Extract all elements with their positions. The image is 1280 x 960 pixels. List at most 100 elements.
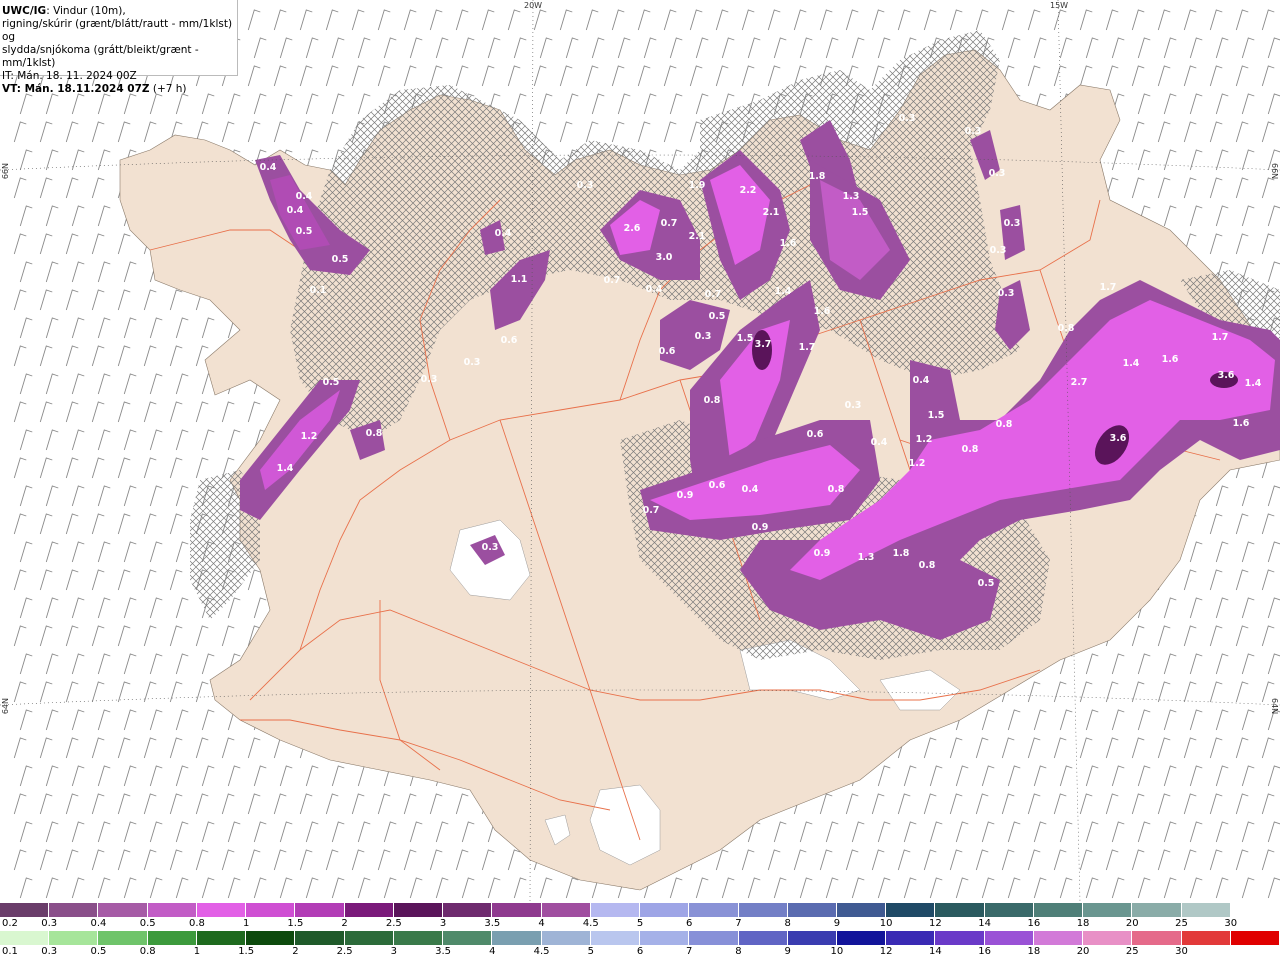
colorbar-swatch	[1033, 931, 1084, 945]
precip-value-label: 0.4	[742, 484, 759, 495]
precip-value-label: 0.3	[464, 357, 481, 368]
colorbar-swatch	[984, 931, 1034, 945]
precip-value-label: 1.9	[689, 180, 706, 191]
colorbar-tick-label: 8	[784, 918, 791, 929]
colorbar-swatch	[393, 903, 444, 917]
colorbar-swatch	[246, 931, 296, 945]
precip-value-label: 0.3	[989, 168, 1006, 179]
precip-value-label: 0.7	[705, 289, 722, 300]
colorbar-tick-label: 3	[390, 946, 398, 957]
colorbar-tick-label: 4	[489, 946, 496, 957]
precip-value-label: 0.4	[913, 375, 930, 386]
precip-value-label: 0.5	[296, 226, 313, 237]
precip-value-label: 0.8	[704, 395, 721, 406]
colorbar-swatch	[49, 931, 99, 945]
precip-value-label: 0.7	[661, 218, 678, 229]
colorbar-tick-label: 30	[1175, 946, 1188, 957]
precip-value-label: 0.6	[807, 429, 824, 440]
precip-value-label: 0.7	[604, 275, 621, 286]
colorbar-swatch	[886, 931, 936, 945]
colorbar-tick-label: 2	[341, 918, 348, 929]
colorbar-tick-label: 1.5	[287, 918, 304, 929]
precip-value-label: 1.8	[809, 171, 826, 182]
colorbar-tick-label: 30	[1224, 918, 1238, 929]
colorbar-swatch	[984, 903, 1034, 917]
precip-value-label: 1.3	[858, 552, 875, 563]
colorbar-tick-label: 5	[587, 946, 594, 957]
precip-value-label: 1.6	[780, 238, 797, 249]
colorbar-tick-label: 14	[978, 918, 991, 929]
colorbar-swatch	[147, 903, 197, 917]
precip-value-label: 1.1	[511, 274, 528, 285]
colorbar-swatch	[492, 903, 542, 917]
colorbar-swatch	[590, 931, 641, 945]
colorbar-tick-label: 4.5	[533, 946, 550, 957]
colorbar-tick-label: 16	[1027, 918, 1041, 929]
colorbar-swatch	[738, 931, 788, 945]
colorbar-tick-label: 25	[1125, 946, 1139, 957]
colorbar-tick-label: 2	[292, 946, 299, 957]
colorbar-tick-label: 3.5	[435, 946, 452, 957]
colorbar-swatch	[640, 931, 690, 945]
lon-label-15w: 15W	[1050, 1, 1069, 10]
colorbar-swatch	[640, 903, 690, 917]
colorbar-tick-label: 18	[1027, 946, 1041, 957]
lat-label-66n-left: 66N	[1, 163, 10, 180]
precip-value-label: 0.1	[310, 285, 327, 296]
colorbar-swatch	[49, 903, 99, 917]
colorbar-tick-label: 8	[735, 946, 742, 957]
precip-value-label: 0.3	[421, 374, 438, 385]
colorbar-swatch	[0, 903, 50, 917]
precip-value-label: 1.6	[814, 306, 831, 317]
precip-value-label: 0.4	[646, 284, 663, 295]
precip-value-label: 0.9	[814, 548, 831, 559]
precip-value-label: 0.8	[919, 560, 936, 571]
colorbar-swatch	[344, 903, 394, 917]
colorbar-rain-labels: 0.1 0.3 0.5 0.8 1 1.5 2 2.5 3 3.5 4 4.5 5 6 7 8 9 10 12 14 1…	[0, 946, 1280, 958]
colorbar-swatch	[492, 931, 542, 945]
precip-value-label: 0.5	[709, 311, 726, 322]
colorbar-swatch	[393, 931, 444, 945]
colorbar-tick-label: 7	[686, 946, 693, 957]
precip-value-label: 2.2	[740, 185, 757, 196]
colorbar-tick-label: 1.5	[238, 946, 255, 957]
precip-value-label: 1.5	[928, 410, 945, 421]
precip-value-label: 1.2	[916, 434, 933, 445]
precip-value-label: 0.6	[501, 335, 518, 346]
colorbar-snow-labels: 0.2 0.3 0.4 0.5 0.8 1 1.5 2 2.5 3 3.5 4 4.5 5 6 7 8 9 10 12…	[0, 918, 1280, 930]
colorbar-tick-label: 4.5	[582, 918, 599, 929]
precip-value-label: 0.4	[495, 228, 512, 239]
precip-value-label: 0.6	[709, 480, 726, 491]
colorbar-tick-label: 12	[929, 918, 942, 929]
colorbar-tick-label: 9	[784, 946, 791, 957]
colorbar-tick-label: 16	[978, 946, 991, 957]
colorbar-tick-label: 14	[929, 946, 942, 957]
precip-value-label: 0.3	[845, 400, 862, 411]
colorbar-swatch	[1083, 903, 1133, 917]
colorbar-swatch	[1181, 931, 1231, 945]
colorbar-swatch	[196, 931, 247, 945]
precip-value-label: 0.4	[260, 162, 277, 173]
colorbar-tick-label: 20	[1125, 918, 1139, 929]
title-line-4: IT: Mán. 18. 11. 2024 00Z	[2, 70, 137, 82]
precip-value-label: 0.8	[962, 444, 979, 455]
colorbar-swatch	[836, 903, 887, 917]
colorbar-tick-label: 0.4	[90, 918, 107, 929]
colorbar-tick-label: 2.5	[385, 918, 402, 929]
colorbar-tick-label: 12	[879, 946, 893, 957]
colorbar-swatch	[541, 931, 591, 945]
lat-label-66n-right: 66N	[1270, 163, 1279, 180]
colorbar-swatch	[787, 931, 837, 945]
colorbar-swatch	[738, 903, 788, 917]
colorbar-swatch	[935, 903, 985, 917]
colorbar-tick-label: 9	[833, 918, 841, 929]
colorbar-tick-label: 1	[193, 946, 201, 957]
colorbar-swatch	[295, 903, 345, 917]
precip-value-label: 1.4	[277, 463, 294, 474]
title-line-5: VT: Mán. 18.11.2024 07Z (+7 h)	[2, 83, 187, 95]
precip-value-label: 1.6	[1162, 354, 1179, 365]
colorbar-swatch	[1132, 931, 1182, 945]
colorbar-tick-label: 20	[1076, 946, 1090, 957]
colorbar-tick-label: 18	[1076, 918, 1090, 929]
precip-value-label: 0.6	[659, 346, 676, 357]
